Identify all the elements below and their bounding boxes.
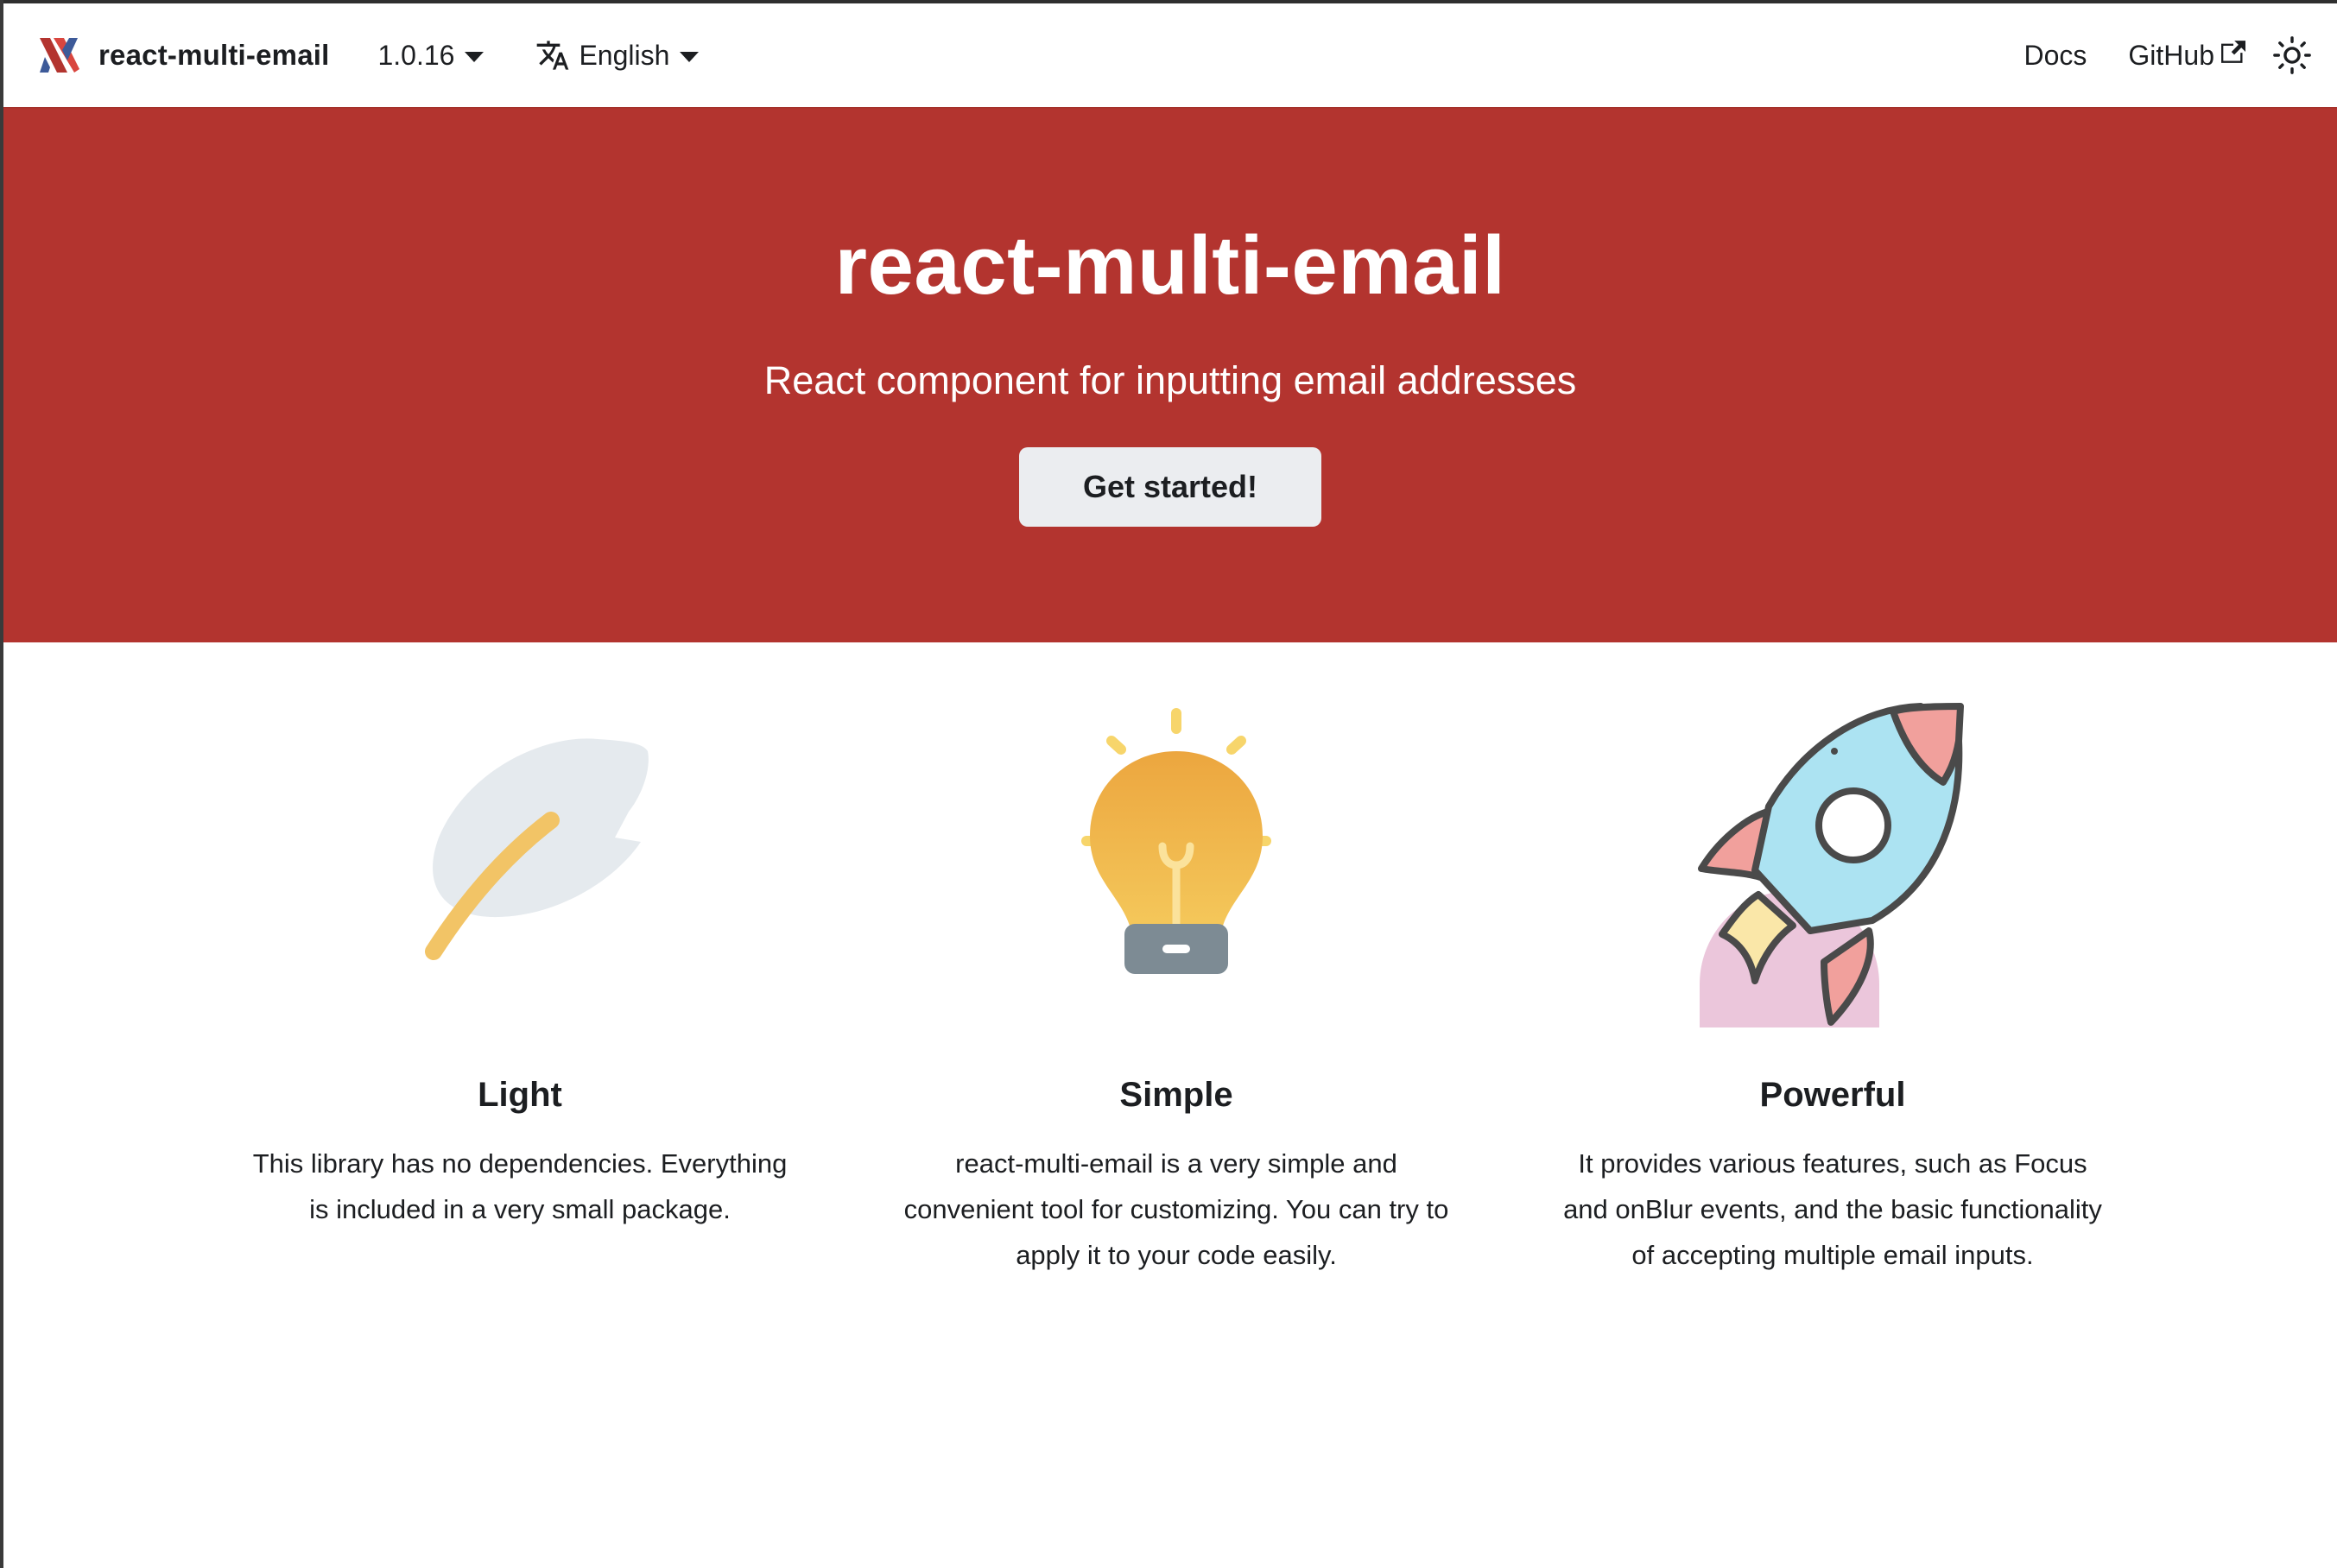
feature-powerful: Powerful It provides various features, s… [1504,642,2161,1278]
external-link-icon [2221,41,2245,63]
hero-title: react-multi-email [834,219,1506,312]
window-left-border [0,0,3,1568]
feather-icon [425,738,649,960]
github-label: GitHub [2128,39,2214,71]
language-dropdown[interactable]: English [535,38,700,73]
feature-description: react-multi-email is a very simple and c… [903,1148,1449,1270]
feature-light: Light This library has no dependencies. … [192,642,848,1232]
feature-title: Light [478,1076,562,1114]
caret-down-icon [680,52,700,62]
hero-banner: react-multi-email React component for in… [3,107,2337,642]
brand-name: react-multi-email [98,39,330,71]
brand-link[interactable]: react-multi-email [36,33,329,78]
caret-down-icon [465,52,484,62]
navbar-right: Docs GitHub [2024,33,2315,78]
version-label: 1.0.16 [377,39,455,71]
docs-link[interactable]: Docs [2024,40,2087,72]
light-bulb-icon [1081,708,1271,974]
hero-subtitle: React component for inputting email addr… [763,358,1577,402]
github-link[interactable]: GitHub [2128,40,2245,72]
version-dropdown[interactable]: 1.0.16 [377,40,484,72]
feature-description: It provides various features, such as Fo… [1563,1148,2102,1270]
features-section: Light This library has no dependencies. … [0,642,2337,1568]
navbar: react-multi-email 1.0.16 English Docs Gi… [3,3,2337,107]
theme-toggle-button[interactable] [2270,33,2315,78]
react-multi-email-logo-icon [40,38,79,73]
language-label: English [579,39,670,71]
feature-description: This library has no dependencies. Everyt… [252,1148,788,1224]
get-started-button[interactable]: Get started! [1019,446,1321,527]
feature-title: Simple [1119,1076,1233,1114]
feature-title: Powerful [1759,1076,1906,1114]
sun-icon [2273,36,2311,74]
translate-icon [537,41,569,70]
feature-simple: Simple react-multi-email is a very simpl… [848,642,1504,1278]
rocket-icon [1698,703,1964,1027]
